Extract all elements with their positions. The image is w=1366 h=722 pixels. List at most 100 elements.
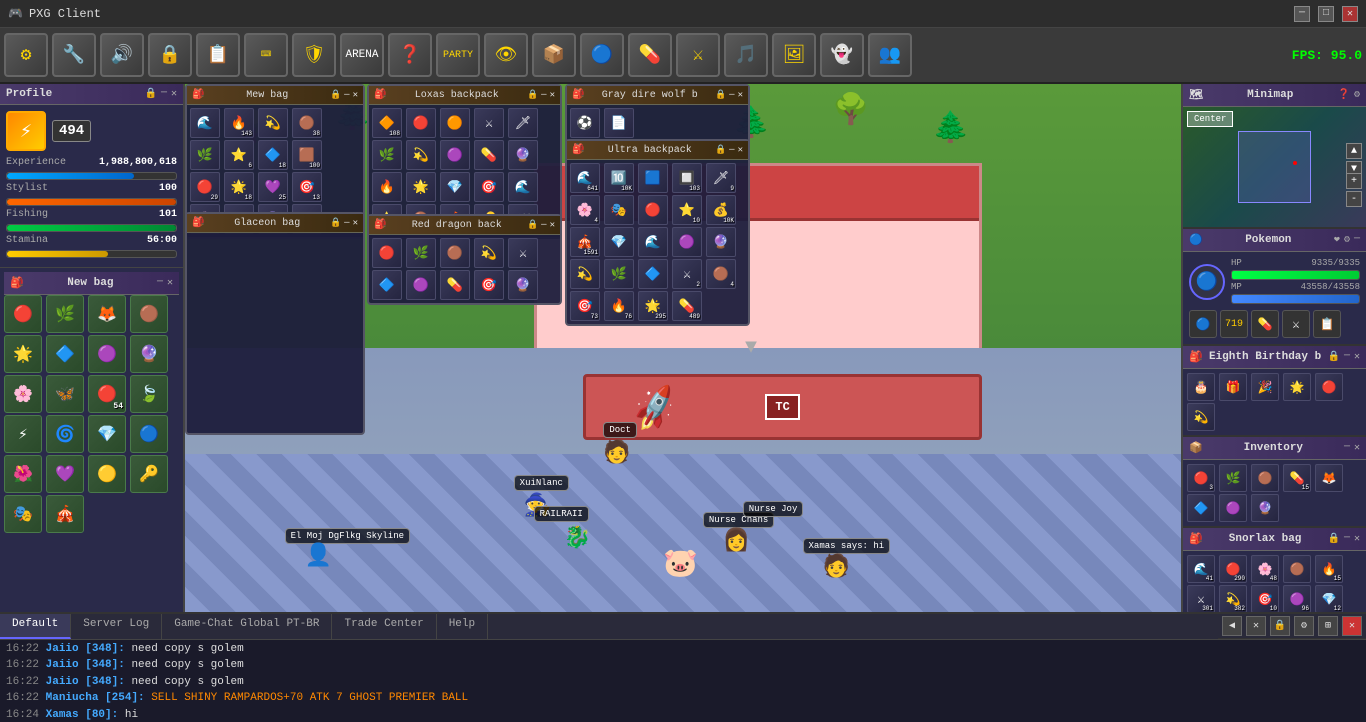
bag-slot-item[interactable]: 🔴54 — [88, 375, 126, 413]
overlay-item[interactable]: 🔴29 — [190, 172, 220, 202]
bag-slot-item[interactable]: 🎪 — [46, 495, 84, 533]
sound-button[interactable]: 🔊 — [100, 33, 144, 77]
mini-slot-item[interactable]: 🎂 — [1187, 373, 1215, 401]
bag-button[interactable]: 📦 — [532, 33, 576, 77]
group-button[interactable]: 👥 — [868, 33, 912, 77]
bag-slot-item[interactable]: 🟡 — [88, 455, 126, 493]
rd-lock[interactable]: 🔒 — [527, 220, 538, 230]
overlay-item[interactable]: 📄 — [604, 108, 634, 138]
ghost-button[interactable]: 👻 — [820, 33, 864, 77]
mini-slot-item[interactable]: 🟣96 — [1283, 585, 1311, 612]
overlay-item[interactable]: ⭐6 — [224, 140, 254, 170]
overlay-item[interactable]: ⚔ — [508, 238, 538, 268]
potion-button[interactable]: 💊 — [628, 33, 672, 77]
red-dragon-header[interactable]: 🎒 Red dragon back 🔒 ─ ✕ — [369, 216, 560, 235]
loxas-lock[interactable]: 🔒 — [527, 90, 538, 100]
overlay-item[interactable]: 🌊 — [508, 172, 538, 202]
gray-wolf-header[interactable]: 🎒 Gray dire wolf b 🔒 ─ ✕ — [567, 86, 748, 105]
overlay-item[interactable]: 🌊641 — [570, 163, 600, 193]
overlay-item[interactable]: ⭐10 — [672, 195, 702, 225]
minimap-settings-icon[interactable]: ⚙ — [1354, 89, 1360, 101]
bag-slot-item[interactable]: 🌿 — [46, 295, 84, 333]
tab-default[interactable]: Default — [0, 614, 71, 639]
loxas-min[interactable]: ─ — [541, 90, 546, 100]
overlay-item[interactable]: ⚔2 — [672, 259, 702, 289]
glaceon-bag-header[interactable]: 🎒 Glaceon bag 🔒 ─ ✕ — [187, 214, 363, 233]
overlay-item[interactable]: 💫 — [474, 238, 504, 268]
minimize-button[interactable]: ─ — [1294, 6, 1310, 22]
overlay-item[interactable]: 💎 — [604, 227, 634, 257]
overlay-item[interactable]: 🌸4 — [570, 195, 600, 225]
tab-help[interactable]: Help — [437, 614, 488, 639]
snor-lock[interactable]: 🔒 — [1327, 533, 1339, 545]
overlay-item[interactable]: 🌟18 — [224, 172, 254, 202]
bag-slot-item[interactable]: 🍃 — [130, 375, 168, 413]
overlay-item[interactable]: 🌟 — [406, 172, 436, 202]
glaceon-close[interactable]: ✕ — [353, 218, 358, 228]
bag-slot-item[interactable]: 🟤 — [130, 295, 168, 333]
bag-slot-item[interactable]: 💎 — [88, 415, 126, 453]
mini-slot-item[interactable]: ⚔301 — [1187, 585, 1215, 612]
pokeball-button[interactable]: 🔵 — [580, 33, 624, 77]
bag-slot-item[interactable]: ⚡ — [4, 415, 42, 453]
eye-button[interactable]: 👁 — [484, 33, 528, 77]
zoom-out-btn[interactable]: - — [1346, 191, 1362, 207]
profile-min-icon[interactable]: ─ — [161, 88, 167, 100]
rd-close[interactable]: ✕ — [550, 220, 555, 230]
chat-prev-btn[interactable]: ◀ — [1222, 616, 1242, 636]
tab-game-chat[interactable]: Game-Chat Global PT-BR — [162, 614, 332, 639]
mini-slot-item[interactable]: 🌸48 — [1251, 555, 1279, 583]
keyboard-button[interactable]: ⌨ — [244, 33, 288, 77]
overlay-item[interactable]: 🌊 — [190, 108, 220, 138]
bag-slot-item[interactable]: 🌺 — [4, 455, 42, 493]
inv-min[interactable]: ─ — [1344, 442, 1350, 454]
mini-slot-item[interactable]: 💊15 — [1283, 464, 1311, 492]
mini-slot-item[interactable]: 💫 — [1187, 403, 1215, 431]
overlay-item[interactable]: 🔮 — [706, 227, 736, 257]
bag-slot-item[interactable]: 🔷 — [46, 335, 84, 373]
mini-slot-item[interactable]: 🔮 — [1251, 494, 1279, 522]
overlay-item[interactable]: 🔴 — [406, 108, 436, 138]
overlay-item[interactable]: 🎯 — [474, 172, 504, 202]
gray-wolf-window[interactable]: 🎒 Gray dire wolf b 🔒 ─ ✕ ⚽📄 — [565, 84, 750, 147]
bag-slot-item[interactable]: 🔑 — [130, 455, 168, 493]
bag-slot-item[interactable]: 🌸 — [4, 375, 42, 413]
mini-slot-item[interactable]: 🔥15 — [1315, 555, 1343, 583]
mini-slot-item[interactable]: 🟤 — [1283, 555, 1311, 583]
overlay-item[interactable]: 💫 — [258, 108, 288, 138]
mini-slot-item[interactable]: 🔴3 — [1187, 464, 1215, 492]
poke-action-1[interactable]: 🔵 — [1189, 310, 1217, 338]
mini-slot-item[interactable]: 💎12 — [1315, 585, 1343, 612]
eighth-min[interactable]: ─ — [1344, 351, 1350, 363]
eighth-lock[interactable]: 🔒 — [1327, 351, 1339, 363]
mew-bag-min[interactable]: ─ — [344, 90, 349, 100]
overlay-item[interactable]: 💊 — [474, 140, 504, 170]
bag-slot-item[interactable]: 🦋 — [46, 375, 84, 413]
overlay-item[interactable]: 🗡 — [508, 108, 538, 138]
mini-slot-item[interactable]: 🔴290 — [1219, 555, 1247, 583]
ub-close[interactable]: ✕ — [738, 145, 743, 155]
glaceon-lock[interactable]: 🔒 — [330, 218, 341, 228]
overlay-item[interactable]: ⚽ — [570, 108, 600, 138]
shield-button[interactable]: 🛡 — [292, 33, 336, 77]
chat-expand-btn[interactable]: ✕ — [1342, 616, 1362, 636]
overlay-item[interactable]: 🎯73 — [570, 291, 600, 321]
loxas-close[interactable]: ✕ — [550, 90, 555, 100]
overlay-item[interactable]: 💊 — [440, 270, 470, 300]
poke-min-icon[interactable]: ─ — [1354, 234, 1360, 246]
new-bag-min-icon[interactable]: ─ — [157, 277, 163, 289]
overlay-item[interactable]: 🔷 — [638, 259, 668, 289]
overlay-item[interactable]: 🟫100 — [292, 140, 322, 170]
minimap-help-icon[interactable]: ❓ — [1338, 89, 1350, 101]
mini-slot-item[interactable]: 🎁 — [1219, 373, 1247, 401]
gw-close[interactable]: ✕ — [738, 90, 743, 100]
overlay-item[interactable]: 💎 — [440, 172, 470, 202]
loxas-bag-header[interactable]: 🎒 Loxas backpack 🔒 ─ ✕ — [369, 86, 560, 105]
overlay-item[interactable]: 🟤38 — [292, 108, 322, 138]
zoom-in-btn[interactable]: + — [1346, 173, 1362, 189]
overlay-item[interactable]: 🌿 — [604, 259, 634, 289]
overlay-item[interactable]: 💫 — [570, 259, 600, 289]
inv-close[interactable]: ✕ — [1354, 442, 1360, 454]
overlay-item[interactable]: 🔮 — [508, 270, 538, 300]
overlay-item[interactable]: 🔥 — [372, 172, 402, 202]
